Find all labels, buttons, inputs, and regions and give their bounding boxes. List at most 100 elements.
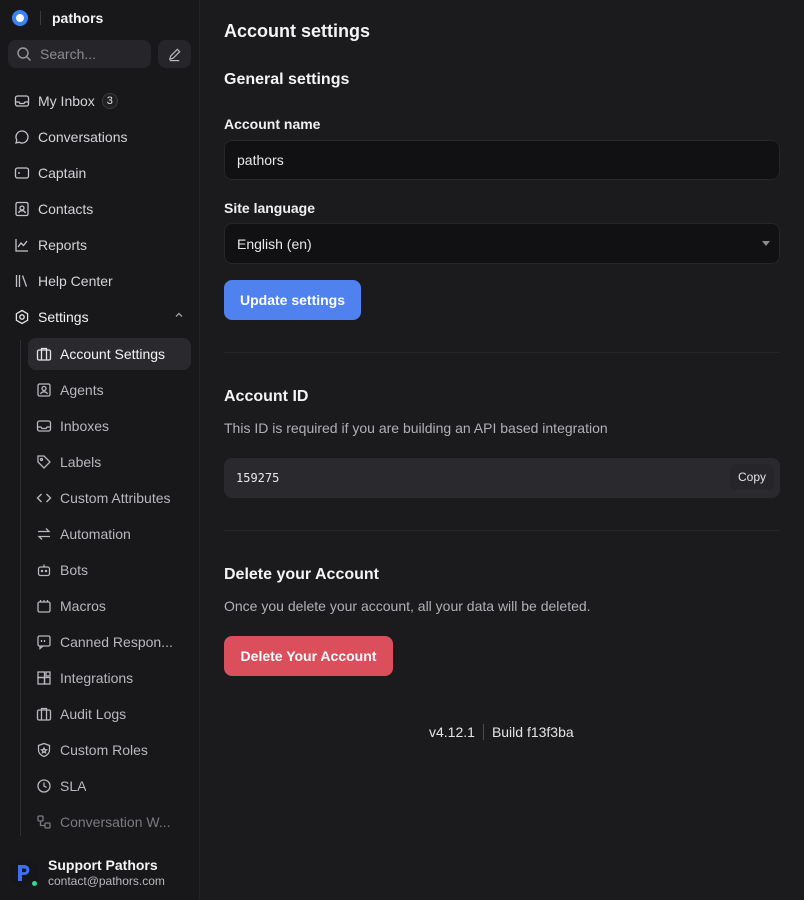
account-id-heading: Account ID	[224, 388, 309, 405]
chevron-up-icon[interactable]	[174, 310, 184, 320]
sidebar-item-label: Account Settings	[60, 346, 166, 362]
puzzle-icon	[36, 670, 52, 686]
sidebar-item-label: Help Center	[38, 273, 113, 289]
compose-button[interactable]	[158, 40, 191, 68]
account-id-description: This ID is required if you are building …	[224, 420, 608, 436]
search-input[interactable]	[40, 46, 140, 62]
inbox-icon	[14, 93, 30, 109]
sidebar-item-canned-responses[interactable]: Canned Respon...	[28, 626, 191, 658]
sidebar-item-label: Inboxes	[60, 418, 110, 434]
user-profile[interactable]: Support Pathors contact@pathors.com	[0, 845, 200, 900]
sidebar-item-label: Automation	[60, 526, 131, 542]
brand-logo-icon	[12, 10, 28, 26]
page-title: Account settings	[224, 21, 371, 41]
clock-icon	[36, 778, 52, 794]
sidebar-item-label: Bots	[60, 562, 89, 578]
search-box[interactable]	[8, 40, 151, 68]
account-name: pathors	[52, 10, 104, 26]
sidebar-item-label: Captain	[38, 165, 87, 181]
code-icon	[36, 490, 52, 506]
site-language-select[interactable]: English (en)	[224, 223, 780, 264]
canned-response-icon	[36, 634, 52, 650]
sidebar-item-labels[interactable]: Labels	[28, 446, 191, 478]
settings-submenu-rail	[20, 340, 21, 836]
sidebar-item-custom-roles[interactable]: Custom Roles	[28, 734, 191, 766]
bot-icon	[36, 562, 52, 578]
sidebar-item-settings[interactable]: Settings	[8, 302, 192, 332]
delete-account-description: Once you delete your account, all your d…	[224, 598, 591, 614]
library-icon	[14, 273, 30, 289]
brand[interactable]: pathors	[12, 9, 103, 27]
sidebar-item-custom-attributes[interactable]: Custom Attributes	[28, 482, 191, 514]
caret-down-icon	[762, 241, 770, 246]
sidebar-item-inboxes[interactable]: Inboxes	[28, 410, 191, 442]
sidebar-item-label: SLA	[60, 778, 87, 794]
copy-button[interactable]: Copy	[729, 464, 774, 490]
sidebar-item-label: My Inbox	[38, 93, 95, 109]
account-name-label: Account name	[224, 116, 321, 132]
sidebar-item-sla[interactable]: SLA	[28, 770, 191, 802]
sidebar-item-label: Labels	[60, 454, 102, 470]
sidebar-item-bots[interactable]: Bots	[28, 554, 191, 586]
sidebar-item-label: Reports	[38, 237, 88, 253]
sidebar: pathors My Inbox 3 Conversations Captain	[0, 0, 200, 900]
delete-account-button[interactable]: Delete Your Account	[224, 636, 393, 676]
search-icon	[16, 46, 32, 62]
brand-separator	[40, 11, 41, 25]
account-id-value: 159275	[236, 471, 280, 485]
sidebar-item-conversation-workflows[interactable]: Conversation W...	[28, 806, 191, 838]
sidebar-item-reports[interactable]: Reports	[8, 230, 192, 260]
sidebar-item-label: Contacts	[38, 201, 94, 217]
section-divider	[224, 352, 780, 353]
sidebar-item-contacts[interactable]: Contacts	[8, 194, 192, 224]
briefcase-icon	[36, 706, 52, 722]
general-settings-heading: General settings	[224, 71, 350, 88]
sidebar-item-label: Custom Attributes	[60, 490, 171, 506]
unread-count-badge: 3	[101, 93, 118, 109]
sidebar-item-label: Integrations	[60, 670, 134, 686]
sidebar-item-integrations[interactable]: Integrations	[28, 662, 191, 694]
user-name: Support Pathors	[48, 856, 158, 873]
inbox-icon	[36, 418, 52, 434]
sidebar-item-agents[interactable]: Agents	[28, 374, 191, 406]
section-divider	[224, 530, 780, 531]
sidebar-item-label: Agents	[60, 382, 104, 398]
version-info: v4.12.1 Build f13f3ba	[429, 724, 574, 740]
sidebar-item-label: Conversation W...	[60, 814, 171, 830]
gear-icon	[14, 309, 30, 325]
site-language-label: Site language	[224, 200, 316, 216]
user-square-icon	[36, 382, 52, 398]
sidebar-item-label: Canned Respon...	[60, 634, 173, 650]
captain-icon	[14, 165, 30, 181]
sidebar-item-label: Audit Logs	[60, 706, 127, 722]
sidebar-item-label: Custom Roles	[60, 742, 148, 758]
pencil-icon	[167, 47, 182, 62]
account-name-field[interactable]	[224, 140, 780, 180]
sidebar-item-account-settings[interactable]: Account Settings	[28, 338, 191, 370]
user-email: contact@pathors.com	[48, 873, 165, 888]
online-status-dot	[30, 878, 39, 888]
build-number: Build f13f3ba	[491, 724, 574, 740]
sidebar-item-help-center[interactable]: Help Center	[8, 266, 192, 296]
sidebar-item-label: Conversations	[38, 129, 128, 145]
update-settings-button[interactable]: Update settings	[224, 280, 361, 320]
sidebar-item-macros[interactable]: Macros	[28, 590, 191, 622]
briefcase-icon	[36, 346, 52, 362]
macro-icon	[36, 598, 52, 614]
sidebar-item-captain[interactable]: Captain	[8, 158, 192, 188]
shield-icon	[36, 742, 52, 758]
sidebar-item-audit-logs[interactable]: Audit Logs	[28, 698, 191, 730]
sidebar-item-my-inbox[interactable]: My Inbox 3	[8, 86, 192, 116]
sidebar-item-conversations[interactable]: Conversations	[8, 122, 192, 152]
sidebar-item-label: Settings	[38, 309, 89, 325]
account-id-box: 159275 Copy	[224, 458, 780, 498]
workflow-icon	[36, 814, 52, 830]
arrows-swap-icon	[36, 526, 52, 542]
site-language-value: English (en)	[237, 235, 312, 252]
sidebar-item-label: Macros	[60, 598, 106, 614]
contact-card-icon	[14, 201, 30, 217]
sidebar-item-automation[interactable]: Automation	[28, 518, 191, 550]
delete-account-heading: Delete your Account	[224, 566, 379, 583]
chart-line-icon	[14, 237, 30, 253]
tag-icon	[36, 454, 52, 470]
